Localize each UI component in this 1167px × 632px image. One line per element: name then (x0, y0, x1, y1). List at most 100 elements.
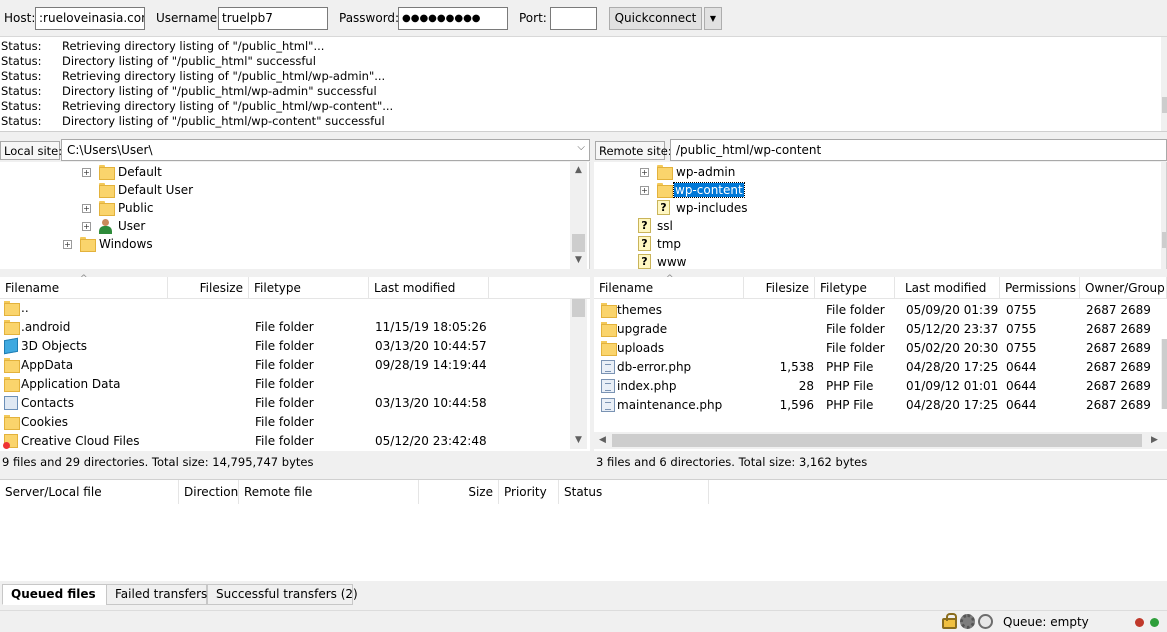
list-item[interactable]: db-error.php 1,538 PHP File 04/28/20 17:… (594, 358, 1160, 377)
queue-column-remote-file[interactable]: Remote file (239, 480, 419, 504)
scroll-up-icon[interactable]: ▲ (570, 162, 587, 179)
speed-limit-icon[interactable] (978, 614, 993, 629)
tree-item-public[interactable]: + Public (0, 200, 570, 218)
local-list-scrollbar[interactable]: ▲ ▼ (570, 299, 587, 449)
message-log: Status: Retrieving directory listing of "… (0, 37, 1167, 132)
list-item[interactable]: maintenance.php 1,596 PHP File 04/28/20 … (594, 396, 1160, 415)
list-item[interactable]: Creative Cloud Files File folder 05/12/2… (0, 432, 570, 451)
queue-column-direction[interactable]: Direction (179, 480, 239, 504)
column-last-modified[interactable]: Last modified (900, 277, 1000, 299)
tree-item-default-user[interactable]: Default User (0, 182, 570, 200)
file-owner: 2687 2689 (1086, 379, 1151, 393)
tree-item-user[interactable]: + User (0, 218, 570, 236)
sort-ascending-icon: ^ (666, 274, 674, 284)
queue-column-priority[interactable]: Priority (499, 480, 559, 504)
host-input[interactable]: :rueloveinasia.com (35, 7, 145, 30)
remote-list-hscrollbar[interactable]: ◀ ▶ (594, 432, 1167, 449)
tab-queued-files[interactable]: Queued files (2, 584, 107, 605)
column-filesize[interactable]: Filesize (744, 277, 815, 299)
queue-column-size[interactable]: Size (419, 480, 499, 504)
column-filetype[interactable]: Filetype (815, 277, 895, 299)
tree-item-label: Windows (99, 237, 153, 251)
list-item[interactable]: uploads File folder 05/02/20 20:30:... 0… (594, 339, 1160, 358)
folder-icon (657, 183, 673, 198)
list-item[interactable]: themes File folder 05/09/20 01:39:... 07… (594, 301, 1160, 320)
quickconnect-button[interactable]: Quickconnect (609, 7, 702, 30)
tree-item-label: wp-includes (676, 201, 748, 215)
list-item[interactable]: index.php 28 PHP File 01/09/12 01:01:...… (594, 377, 1160, 396)
list-item[interactable]: .. (0, 299, 570, 318)
tab-successful-transfers[interactable]: Successful transfers (2) (207, 584, 358, 605)
expand-icon[interactable]: + (640, 168, 649, 177)
log-scroll-thumb[interactable] (1162, 97, 1167, 113)
scroll-down-icon[interactable]: ▼ (570, 432, 587, 449)
log-kind: Status: (1, 39, 42, 53)
file-name: themes (617, 303, 663, 317)
file-name: Cookies (21, 415, 68, 429)
list-item[interactable]: upgrade File folder 05/12/20 23:37:... 0… (594, 320, 1160, 339)
file-owner: 2687 2689 (1086, 360, 1151, 374)
log-kind: Status: (1, 54, 42, 68)
list-item[interactable]: AppData File folder 09/28/19 14:19:44 (0, 356, 570, 375)
file-modified: 04/28/20 17:25:... (906, 360, 998, 374)
creative-cloud-icon (3, 434, 18, 449)
file-size: 1,538 (779, 360, 814, 374)
lock-icon[interactable] (942, 613, 957, 629)
queue-column-status[interactable]: Status (559, 480, 709, 504)
expand-icon[interactable]: + (640, 186, 649, 195)
column-owner-group[interactable]: Owner/Group (1080, 277, 1167, 299)
queue-column-server[interactable]: Server/Local file (0, 480, 179, 504)
log-text: Retrieving directory listing of "/public… (62, 39, 325, 53)
tree-item-wp-includes[interactable]: ? wp-includes (594, 200, 1154, 218)
tree-item-ssl[interactable]: ? ssl (594, 218, 1154, 236)
username-input[interactable]: truelpb7 (218, 7, 328, 30)
list-item[interactable]: 3D Objects File folder 03/13/20 10:44:57 (0, 337, 570, 356)
expand-icon[interactable]: + (82, 222, 91, 231)
list-item[interactable]: Cookies File folder (0, 413, 570, 432)
remote-path-input[interactable]: /public_html/wp-content (670, 139, 1167, 161)
scroll-thumb[interactable] (1162, 232, 1166, 248)
file-modified: 03/13/20 10:44:57 (375, 339, 487, 353)
file-type: PHP File (826, 398, 874, 412)
list-item[interactable]: Application Data File folder (0, 375, 570, 394)
remote-tree-scrollbar[interactable] (1161, 162, 1166, 269)
folder-icon (99, 165, 115, 180)
gear-icon[interactable] (960, 614, 975, 629)
scroll-thumb[interactable] (572, 299, 585, 317)
list-item[interactable]: .android File folder 11/15/19 18:05:26 (0, 318, 570, 337)
column-filetype[interactable]: Filetype (249, 277, 369, 299)
tab-failed-transfers[interactable]: Failed transfers (106, 584, 207, 605)
expand-icon[interactable]: + (82, 168, 91, 177)
scroll-right-icon[interactable]: ▶ (1146, 432, 1163, 449)
scroll-left-icon[interactable]: ◀ (594, 432, 611, 449)
hscroll-thumb[interactable] (612, 434, 1142, 447)
file-type: PHP File (826, 379, 874, 393)
file-owner: 2687 2689 (1086, 398, 1151, 412)
local-path-input[interactable]: C:\Users\User\ ⌵ (61, 139, 590, 161)
remote-list-scrollbar[interactable] (1161, 339, 1167, 409)
tree-item-default[interactable]: + Default (0, 164, 570, 182)
file-name: upgrade (617, 322, 668, 336)
quickconnect-dropdown-button[interactable]: ▼ (704, 7, 722, 30)
tree-item-windows[interactable]: + Windows (0, 236, 570, 254)
list-item[interactable]: Contacts File folder 03/13/20 10:44:58 (0, 394, 570, 413)
column-filesize[interactable]: Filesize (168, 277, 249, 299)
scroll-thumb[interactable] (572, 234, 585, 252)
column-last-modified[interactable]: Last modified (369, 277, 489, 299)
pane-splitter[interactable] (590, 138, 594, 473)
log-scrollbar[interactable] (1161, 37, 1167, 131)
expand-icon[interactable]: + (82, 204, 91, 213)
tree-item-label: wp-admin (676, 165, 736, 179)
tree-item-wp-content[interactable]: + wp-content (594, 182, 1154, 200)
expand-icon[interactable]: + (63, 240, 72, 249)
tree-item-tmp[interactable]: ? tmp (594, 236, 1154, 254)
scroll-thumb[interactable] (1162, 339, 1167, 409)
password-input[interactable]: ●●●●●●●●● (398, 7, 508, 30)
local-tree-scrollbar[interactable]: ▲ ▼ (570, 162, 587, 269)
column-permissions[interactable]: Permissions (1000, 277, 1080, 299)
scroll-down-icon[interactable]: ▼ (570, 252, 587, 269)
port-input[interactable] (550, 7, 597, 30)
tree-item-wp-admin[interactable]: + wp-admin (594, 164, 1154, 182)
chevron-down-icon[interactable]: ⌵ (577, 142, 585, 153)
tree-item-www[interactable]: ? www (594, 254, 1154, 269)
